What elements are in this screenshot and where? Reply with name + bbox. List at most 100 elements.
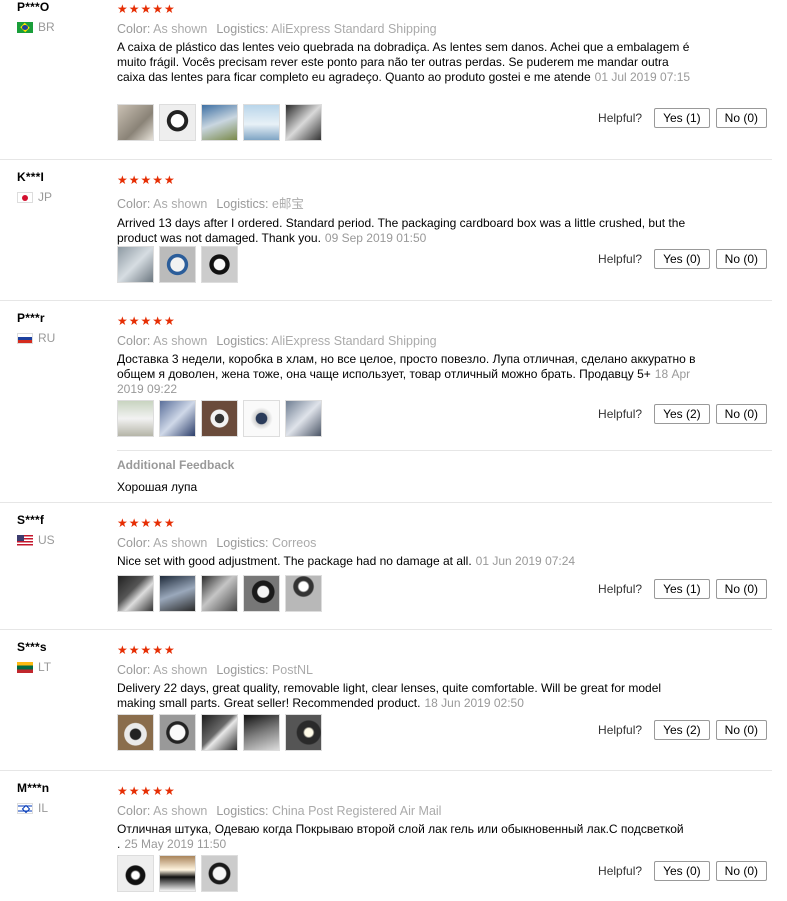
- logistics-value: China Post Registered Air Mail: [271, 804, 442, 818]
- reviewer-country: IL: [17, 801, 107, 815]
- reviewer-country: LT: [17, 660, 107, 674]
- vote-yes-button[interactable]: Yes (2): [654, 720, 710, 740]
- country-code: RU: [38, 331, 56, 345]
- review-photo[interactable]: [159, 400, 196, 437]
- review-text: Arrived 13 days after I ordered. Standar…: [117, 216, 697, 246]
- review-item: P***O BR ★★★★★ Color: As shown Logistics:…: [0, 0, 772, 160]
- vote-no-button[interactable]: No (0): [715, 249, 767, 269]
- flag-icon: [17, 332, 33, 344]
- review-photo[interactable]: [201, 575, 238, 612]
- vote-no-button[interactable]: No (0): [715, 404, 767, 424]
- vote-yes-button[interactable]: Yes (1): [654, 579, 710, 599]
- logistics-label: Logistics:: [216, 804, 269, 818]
- review-photo[interactable]: [159, 855, 196, 892]
- review-photo[interactable]: [243, 104, 280, 141]
- photo-thumbnails: [117, 400, 322, 437]
- review-photo[interactable]: [117, 104, 154, 141]
- color-value: As shown: [153, 334, 208, 348]
- logistics-label: Logistics:: [216, 663, 269, 677]
- review-photo[interactable]: [159, 575, 196, 612]
- vote-no-button[interactable]: No (0): [715, 108, 767, 128]
- vote-no-button[interactable]: No (0): [715, 720, 767, 740]
- reviewer-country: BR: [17, 20, 107, 34]
- flag-icon: [17, 21, 33, 33]
- vote-yes-button[interactable]: Yes (1): [654, 108, 710, 128]
- review-photo[interactable]: [201, 104, 238, 141]
- vote-no-button[interactable]: No (0): [715, 579, 767, 599]
- vote-yes-button[interactable]: Yes (0): [654, 249, 710, 269]
- review-photo[interactable]: [117, 400, 154, 437]
- reviewer-country: US: [17, 533, 107, 547]
- review-photo[interactable]: [243, 400, 280, 437]
- reviewer-country: RU: [17, 331, 107, 345]
- star-rating: ★★★★★: [117, 516, 176, 530]
- reviewer-name: S***f: [17, 513, 45, 527]
- review-photo[interactable]: [285, 400, 322, 437]
- review-photo[interactable]: [201, 246, 238, 283]
- review-text: Nice set with good adjustment. The packa…: [117, 554, 697, 569]
- review-text: Отличная штука, Одеваю когда Покрываю вт…: [117, 822, 697, 852]
- photo-thumbnails: [117, 104, 322, 141]
- star-rating: ★★★★★: [117, 173, 176, 187]
- review-photo[interactable]: [117, 246, 154, 283]
- star-rating: ★★★★★: [117, 314, 176, 328]
- review-item: M***n IL ★★★★★ Color: As shown Logistics:…: [0, 771, 772, 901]
- review-photo[interactable]: [159, 246, 196, 283]
- review-photo[interactable]: [201, 714, 238, 751]
- review-photo[interactable]: [201, 400, 238, 437]
- logistics-label: Logistics:: [216, 536, 269, 550]
- review-photo[interactable]: [243, 714, 280, 751]
- review-photo[interactable]: [285, 714, 322, 751]
- review-date: 25 May 2019 11:50: [124, 837, 227, 851]
- review-date: 18 Jun 2019 02:50: [424, 696, 524, 710]
- helpful-vote: Helpful? Yes (2) No (0): [598, 404, 767, 424]
- flag-icon: [17, 661, 33, 673]
- color-label: Color:: [117, 334, 151, 348]
- star-rating: ★★★★★: [117, 643, 176, 657]
- country-code: IL: [38, 801, 49, 815]
- vote-yes-button[interactable]: Yes (2): [654, 404, 710, 424]
- review-date: 01 Jul 2019 07:15: [594, 70, 691, 84]
- helpful-vote: Helpful? Yes (0) No (0): [598, 861, 767, 881]
- color-value: As shown: [153, 663, 208, 677]
- color-value: As shown: [153, 22, 208, 36]
- review-body: Доставка 3 недели, коробка в хлам, но вс…: [117, 352, 696, 381]
- logistics-value: AliExpress Standard Shipping: [271, 334, 437, 348]
- additional-feedback-text: Хорошая лупа: [117, 480, 198, 494]
- review-photo[interactable]: [201, 855, 238, 892]
- review-photo[interactable]: [159, 714, 196, 751]
- country-code: US: [38, 533, 55, 547]
- color-value: As shown: [153, 804, 208, 818]
- logistics-value: Correos: [271, 536, 317, 550]
- reviewer-name: P***r: [17, 311, 45, 325]
- logistics-value: PostNL: [271, 663, 313, 677]
- country-code: BR: [38, 20, 55, 34]
- vote-yes-button[interactable]: Yes (0): [654, 861, 710, 881]
- review-text: Доставка 3 недели, коробка в хлам, но вс…: [117, 352, 697, 397]
- review-photo[interactable]: [285, 104, 322, 141]
- review-photo[interactable]: [117, 575, 154, 612]
- review-body: Delivery 22 days, great quality, removab…: [117, 681, 662, 710]
- review-photo[interactable]: [117, 855, 154, 892]
- review-photo[interactable]: [285, 575, 322, 612]
- review-photo[interactable]: [243, 575, 280, 612]
- review-photo[interactable]: [117, 714, 154, 751]
- photo-thumbnails: [117, 575, 322, 612]
- reviewer-name: P***O: [17, 0, 50, 14]
- review-text: A caixa de plástico das lentes veio queb…: [117, 40, 697, 85]
- helpful-label: Helpful?: [598, 407, 643, 421]
- helpful-label: Helpful?: [598, 864, 643, 878]
- helpful-label: Helpful?: [598, 582, 643, 596]
- vote-no-button[interactable]: No (0): [715, 861, 767, 881]
- review-photo[interactable]: [159, 104, 196, 141]
- color-value: As shown: [153, 536, 208, 550]
- photo-thumbnails: [117, 246, 238, 283]
- star-rating: ★★★★★: [117, 784, 176, 798]
- review-meta: Color: As shown Logistics: e邮宝: [117, 193, 767, 212]
- logistics-value: e邮宝: [271, 197, 304, 211]
- helpful-vote: Helpful? Yes (2) No (0): [598, 720, 767, 740]
- flag-icon: [17, 802, 33, 814]
- color-label: Color:: [117, 22, 151, 36]
- color-value: As shown: [153, 197, 208, 211]
- reviewer-name: M***n: [17, 781, 50, 795]
